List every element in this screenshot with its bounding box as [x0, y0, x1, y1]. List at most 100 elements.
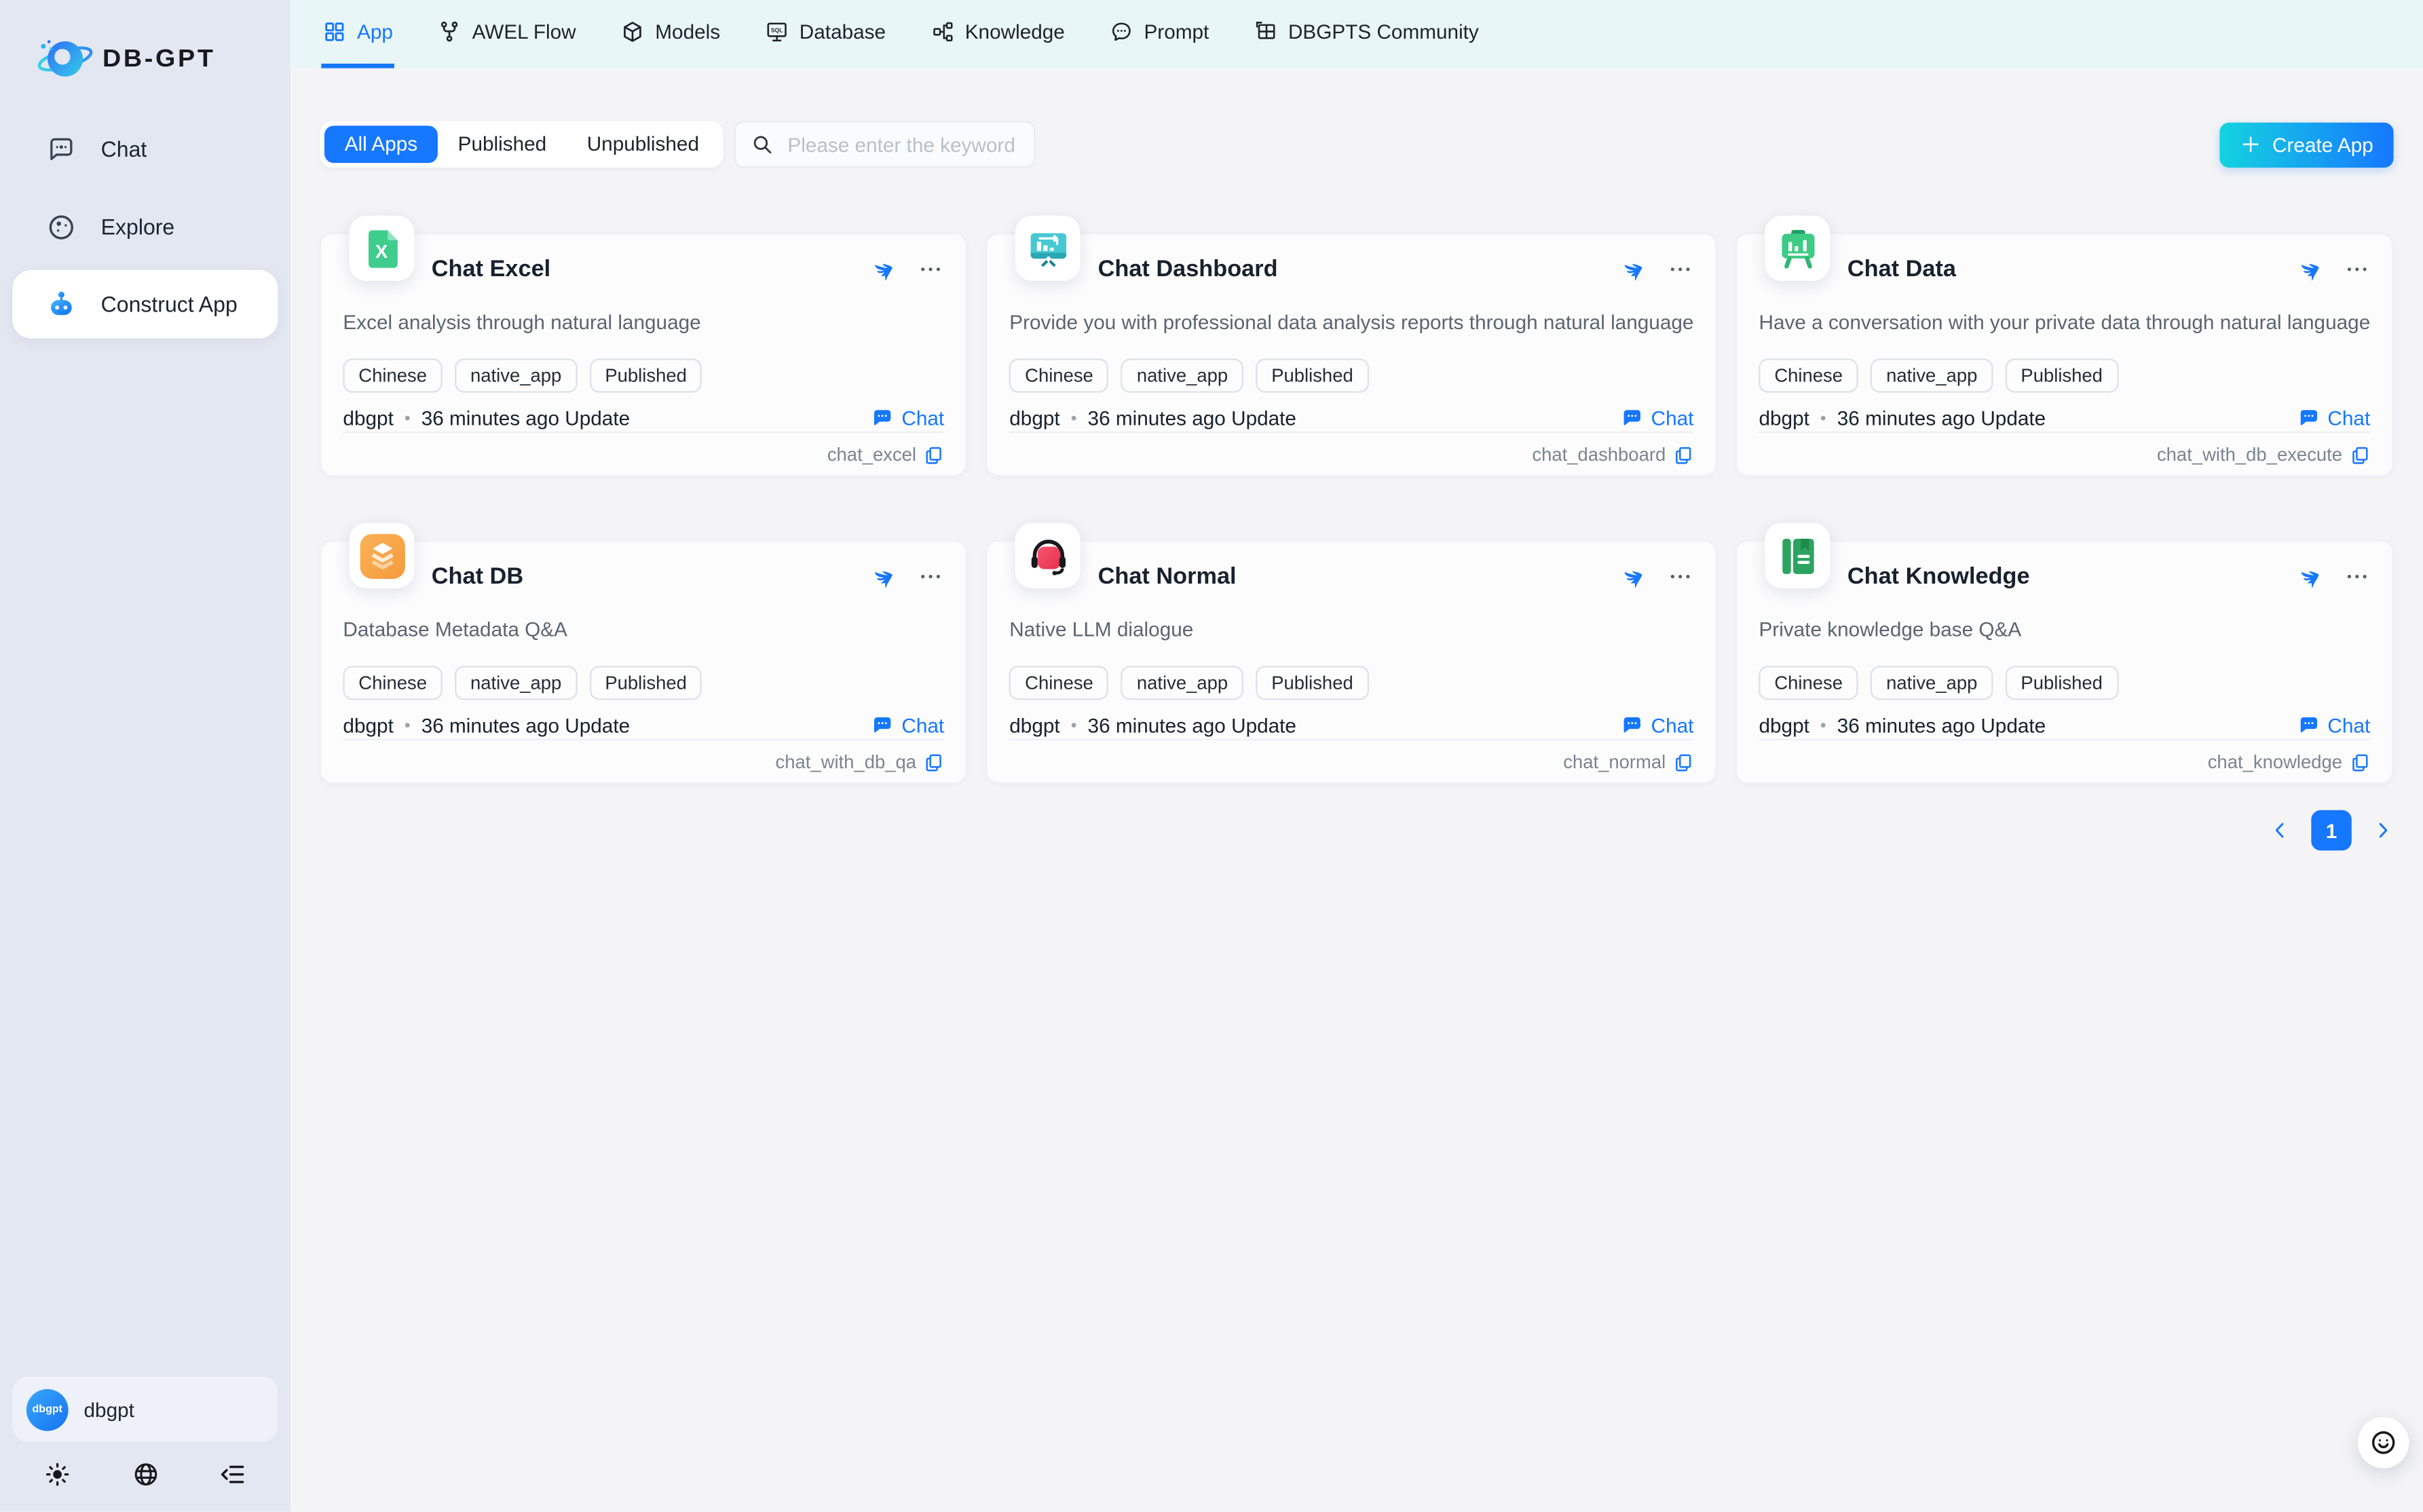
- app-tags: Chinesenative_appPublished: [1759, 666, 2370, 700]
- copy-icon[interactable]: [924, 752, 944, 772]
- toolbar: All AppsPublishedUnpublished Create App: [320, 121, 2393, 168]
- filter-published[interactable]: Published: [438, 126, 567, 163]
- dingtalk-share-icon[interactable]: [2295, 563, 2322, 590]
- user-chip[interactable]: dbgpt dbgpt: [12, 1377, 278, 1442]
- tag-published: Published: [589, 358, 702, 392]
- filter-unpublished[interactable]: Unpublished: [567, 126, 719, 163]
- copy-icon[interactable]: [2350, 445, 2371, 465]
- prev-page-button[interactable]: [2270, 820, 2291, 842]
- next-page-button[interactable]: [2372, 820, 2394, 842]
- feedback-smiley-button[interactable]: [2358, 1417, 2409, 1468]
- main-area: App AWEL Flow Models SQL Database Knowledge Pr…: [290, 0, 2423, 1512]
- create-app-label: Create App: [2272, 133, 2373, 156]
- more-menu-icon[interactable]: [1668, 256, 1694, 282]
- tab-app[interactable]: App: [321, 0, 394, 69]
- tag-published: Published: [2006, 358, 2118, 392]
- tab-knowledge[interactable]: Knowledge: [929, 0, 1066, 69]
- tab-awel-flow[interactable]: AWEL Flow: [436, 0, 578, 69]
- tab-prompt[interactable]: Prompt: [1108, 0, 1211, 69]
- tag-chinese: Chinese: [1759, 358, 1858, 392]
- globe-icon[interactable]: [131, 1460, 159, 1488]
- sidebar-item-chat[interactable]: Chat: [12, 115, 278, 183]
- more-menu-icon[interactable]: [2344, 563, 2370, 590]
- card-divider: [343, 432, 944, 433]
- sidebar-item-label: Explore: [101, 214, 175, 240]
- app-tags: Chinesenative_appPublished: [343, 666, 944, 700]
- more-menu-icon[interactable]: [2344, 256, 2370, 282]
- app-card[interactable]: Chat Data Have a conversation with your …: [1735, 233, 2393, 476]
- svg-text:SQL: SQL: [771, 26, 783, 33]
- scene-name: chat_with_db_execute: [2157, 444, 2342, 466]
- tag-chinese: Chinese: [1759, 666, 1858, 700]
- chat-button[interactable]: Chat: [1620, 407, 1694, 430]
- more-menu-icon[interactable]: [1668, 563, 1694, 590]
- app-title: Chat DB: [432, 563, 523, 590]
- chat-button[interactable]: Chat: [2297, 714, 2371, 737]
- explore-icon: [47, 212, 76, 241]
- tab-label: Database: [800, 20, 886, 43]
- app-description: Excel analysis through natural language: [343, 309, 944, 335]
- create-app-button[interactable]: Create App: [2219, 122, 2393, 167]
- tab-database[interactable]: SQL Database: [764, 0, 887, 69]
- copy-icon[interactable]: [2350, 752, 2371, 772]
- more-menu-icon[interactable]: [918, 563, 944, 590]
- tag-chinese: Chinese: [1009, 666, 1108, 700]
- sun-icon[interactable]: [43, 1460, 71, 1488]
- dingtalk-share-icon[interactable]: [869, 563, 896, 590]
- filter-all-apps[interactable]: All Apps: [324, 126, 438, 163]
- app-updated: 36 minutes ago Update: [421, 407, 630, 430]
- app-author: dbgpt: [1009, 407, 1059, 430]
- tag-published: Published: [1256, 666, 1368, 700]
- copy-icon[interactable]: [1674, 752, 1694, 772]
- db-gpt-logo[interactable]: DB-GPT: [34, 34, 290, 83]
- sidebar-nav: Chat Explore Construct App: [12, 115, 278, 338]
- sidebar-item-construct-app[interactable]: Construct App: [12, 270, 278, 339]
- chat-bubble-filled-icon: [871, 407, 894, 430]
- app-description: Provide you with professional data analy…: [1009, 309, 1693, 335]
- copy-icon[interactable]: [924, 445, 944, 465]
- dingtalk-share-icon[interactable]: [1619, 256, 1646, 282]
- app-card[interactable]: Chat DB Database Metadata Q&A Chinesenat…: [320, 540, 967, 784]
- plus-icon: [2240, 134, 2261, 155]
- tab-dbgpts-community[interactable]: DBGPTS Community: [1252, 0, 1480, 69]
- chat-button[interactable]: Chat: [2297, 407, 2371, 430]
- card-divider: [1759, 432, 2370, 433]
- app-updated: 36 minutes ago Update: [1837, 714, 2046, 737]
- search-box[interactable]: [735, 121, 1036, 168]
- app-card[interactable]: Chat Knowledge Private knowledge base Q&…: [1735, 540, 2393, 784]
- prompt-icon: [1110, 20, 1133, 43]
- scene-name: chat_with_db_qa: [775, 751, 916, 773]
- db-gpt-logo-icon: [34, 34, 96, 83]
- tag-chinese: Chinese: [1009, 358, 1108, 392]
- tag-chinese: Chinese: [343, 666, 442, 700]
- app-card[interactable]: X Chat Excel Excel analysis through natu…: [320, 233, 967, 476]
- page-1-button[interactable]: 1: [2311, 810, 2351, 850]
- search-input[interactable]: [785, 131, 1019, 157]
- dingtalk-share-icon[interactable]: [869, 256, 896, 282]
- tab-label: Models: [655, 20, 720, 43]
- more-menu-icon[interactable]: [918, 256, 944, 282]
- smiley-icon: [2369, 1428, 2398, 1457]
- copy-icon[interactable]: [1674, 445, 1694, 465]
- dingtalk-share-icon[interactable]: [1619, 563, 1646, 590]
- chat-button-label: Chat: [2327, 407, 2370, 430]
- search-icon: [752, 134, 774, 155]
- collapse-icon[interactable]: [219, 1460, 246, 1488]
- app-card[interactable]: Chat Dashboard Provide you with professi…: [986, 233, 1717, 476]
- tab-models[interactable]: Models: [620, 0, 722, 69]
- app-grid: X Chat Excel Excel analysis through natu…: [320, 233, 2393, 784]
- chat-button[interactable]: Chat: [871, 714, 945, 737]
- chat-bubble-filled-icon: [1620, 407, 1643, 430]
- chat-button-label: Chat: [901, 407, 944, 430]
- tag-chinese: Chinese: [343, 358, 442, 392]
- app-author: dbgpt: [1759, 407, 1809, 430]
- excel-app-icon: X: [359, 226, 404, 271]
- app-card[interactable]: Chat Normal Native LLM dialogue Chinesen…: [986, 540, 1717, 784]
- chat-button[interactable]: Chat: [871, 407, 945, 430]
- dingtalk-share-icon[interactable]: [2295, 256, 2322, 282]
- chat-button-label: Chat: [901, 714, 944, 737]
- app-root: DB-GPT Chat Explore Construct App dbgpt db…: [0, 0, 2423, 1512]
- svg-text:X: X: [375, 240, 388, 261]
- sidebar-item-explore[interactable]: Explore: [12, 193, 278, 261]
- chat-button[interactable]: Chat: [1620, 714, 1694, 737]
